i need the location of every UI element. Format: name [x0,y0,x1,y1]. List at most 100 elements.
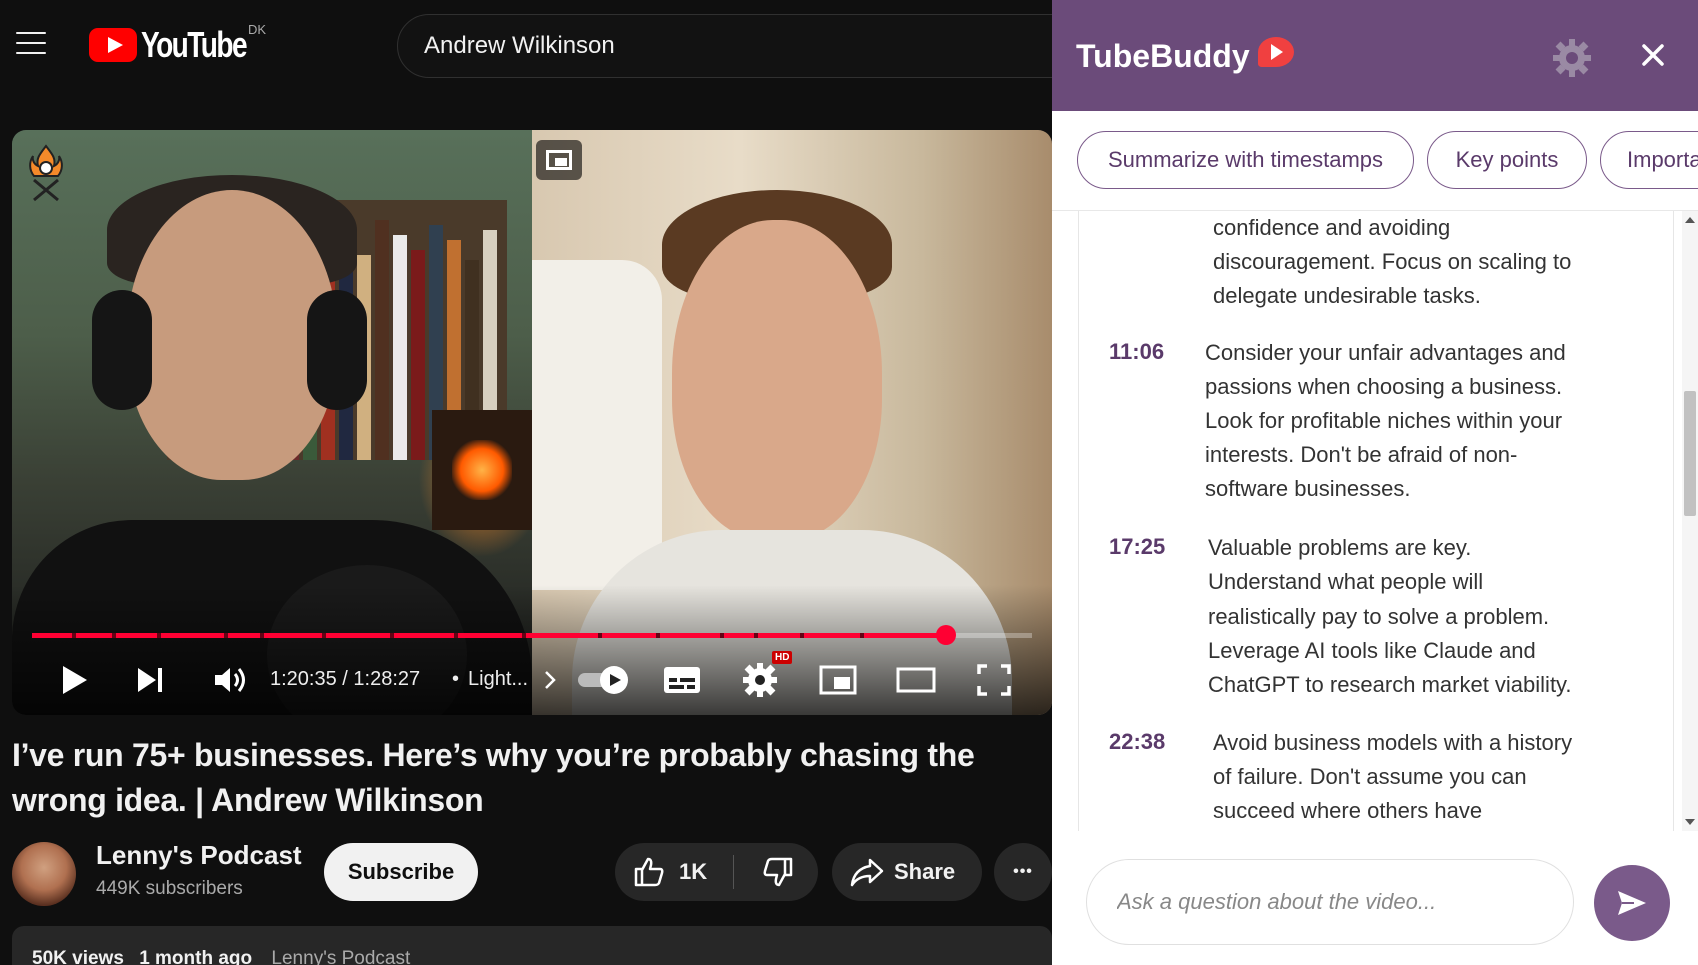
play-icon [63,666,87,694]
scroll-down-arrow-icon[interactable] [1685,819,1695,825]
theater-mode-icon [896,667,936,693]
video-player[interactable]: 1:20:35 / 1:28:27 • Light... HD [12,130,1052,715]
progress-bar[interactable] [32,625,1032,645]
chevron-right-icon [545,671,556,689]
summary-timestamp[interactable]: 17:25 [1109,534,1165,560]
search-input[interactable] [424,29,1024,63]
autoplay-toggle[interactable] [574,650,634,710]
tubebuddy-scrollbar[interactable] [1682,211,1698,831]
description-channel: Lenny's Podcast [271,948,411,965]
headphone-right [307,290,367,410]
tubebuddy-settings-gear-icon[interactable] [1552,38,1592,78]
like-dislike-group: 1K [615,843,818,901]
channel-avatar[interactable] [12,842,76,906]
close-icon [1642,44,1664,66]
channel-name[interactable]: Lenny's Podcast [96,840,302,871]
chapter-chevron[interactable] [540,650,560,710]
gear-icon [743,663,777,697]
chapter-marker [860,633,864,638]
chapter-marker [157,633,161,638]
guest-face [672,220,882,540]
subtitles-button[interactable] [654,650,710,710]
miniplayer-icon [819,665,857,695]
hamburger-menu-icon[interactable] [16,32,46,56]
summary-line: discouragement. Focus on scaling to [1213,249,1572,274]
tubebuddy-logo-icon [1257,36,1294,67]
host-face [127,190,337,480]
chapter-marker [522,633,526,638]
chip-key-points[interactable]: Key points [1427,131,1587,189]
chapter-marker [72,633,76,638]
share-button[interactable]: Share [832,843,982,901]
scroll-up-arrow-icon[interactable] [1685,217,1695,223]
chapter-marker [260,633,264,638]
tubebuddy-header: TubeBuddy [1052,0,1698,111]
description-box[interactable]: 50K views 1 month ago Lenny's Podcast [12,926,1052,965]
chapter-marker [754,633,758,638]
chapter-marker [224,633,228,638]
chapter-title[interactable]: Light... [468,668,528,691]
share-label: Share [894,859,956,884]
autoplay-toggle-icon [578,666,628,694]
player-controls: 1:20:35 / 1:28:27 • Light... HD [12,650,1052,710]
tubebuddy-summary-list: confidence and avoiding discouragement. … [1078,211,1674,831]
subtitles-icon [664,667,700,693]
miniplayer-toggle-icon[interactable] [536,140,582,180]
chapter-marker [112,633,116,638]
video-title: I’ve run 75+ businesses. Here’s why you’… [12,737,975,818]
bed-pillows [532,260,662,590]
tubebuddy-quick-actions: Summarize with timestamps Key points Imp… [1052,111,1698,211]
volume-button[interactable] [200,650,260,710]
send-button[interactable] [1594,865,1670,941]
chip-important[interactable]: Importa [1600,131,1698,189]
channel-watermark-icon [29,144,63,202]
hd-badge: HD [772,651,793,664]
youtube-play-logo-icon [89,28,137,62]
summary-line: Avoid business models with a history [1213,730,1573,755]
volume-icon [215,668,245,692]
chapter-marker [390,633,394,638]
chapter-marker [598,633,602,638]
youtube-header: YouTube DK [0,0,1057,88]
miniplayer-button[interactable] [810,650,866,710]
chapter-marker [656,633,660,638]
summary-timestamp[interactable]: 11:06 [1109,339,1164,365]
upload-age: 1 month ago [139,948,253,965]
send-arrow-icon [1618,891,1646,915]
next-button[interactable] [122,650,178,710]
progress-played [32,633,946,638]
scrollbar-thumb[interactable] [1684,391,1696,516]
play-button[interactable] [46,650,102,710]
summary-line: of failure. Don't assume you can [1213,764,1527,789]
summary-line: delegate undesirable tasks. [1213,283,1481,308]
ask-question-box[interactable] [1086,859,1574,945]
thumbs-down-icon [763,857,793,887]
summary-line: Leverage AI tools like Claude and [1208,638,1536,663]
headphone-left [92,290,152,410]
dislike-button[interactable] [743,843,813,901]
more-actions-button[interactable]: ••• [994,843,1052,901]
subscriber-count: 449K subscribers [96,878,243,899]
like-count: 1K [679,859,708,884]
search-box[interactable] [397,14,1057,78]
summary-line: interests. Don't be afraid of non- [1205,442,1518,467]
time-separator: • [452,668,460,690]
summary-line: Understand what people will [1208,569,1484,594]
progress-scrubber[interactable] [936,625,956,645]
youtube-logo-text: YouTube [141,24,248,65]
summary-line: ChatGPT to research market viability. [1208,672,1572,697]
time-display: 1:20:35 / 1:28:27 [270,668,421,690]
tubebuddy-close-button[interactable] [1632,34,1674,76]
chapter-marker [800,633,804,638]
summary-line: software businesses. [1205,476,1411,501]
subscribe-button[interactable]: Subscribe [324,843,478,901]
fullscreen-button[interactable] [966,650,1022,710]
ask-question-input[interactable] [1117,884,1547,920]
country-code: DK [248,22,267,37]
theater-mode-button[interactable] [888,650,944,710]
tubebuddy-brand: TubeBuddy [1076,36,1294,75]
summary-timestamp[interactable]: 22:38 [1109,729,1165,755]
fullscreen-icon [977,664,1011,696]
like-button[interactable]: 1K [615,843,733,901]
chip-summarize-timestamps[interactable]: Summarize with timestamps [1077,131,1414,189]
